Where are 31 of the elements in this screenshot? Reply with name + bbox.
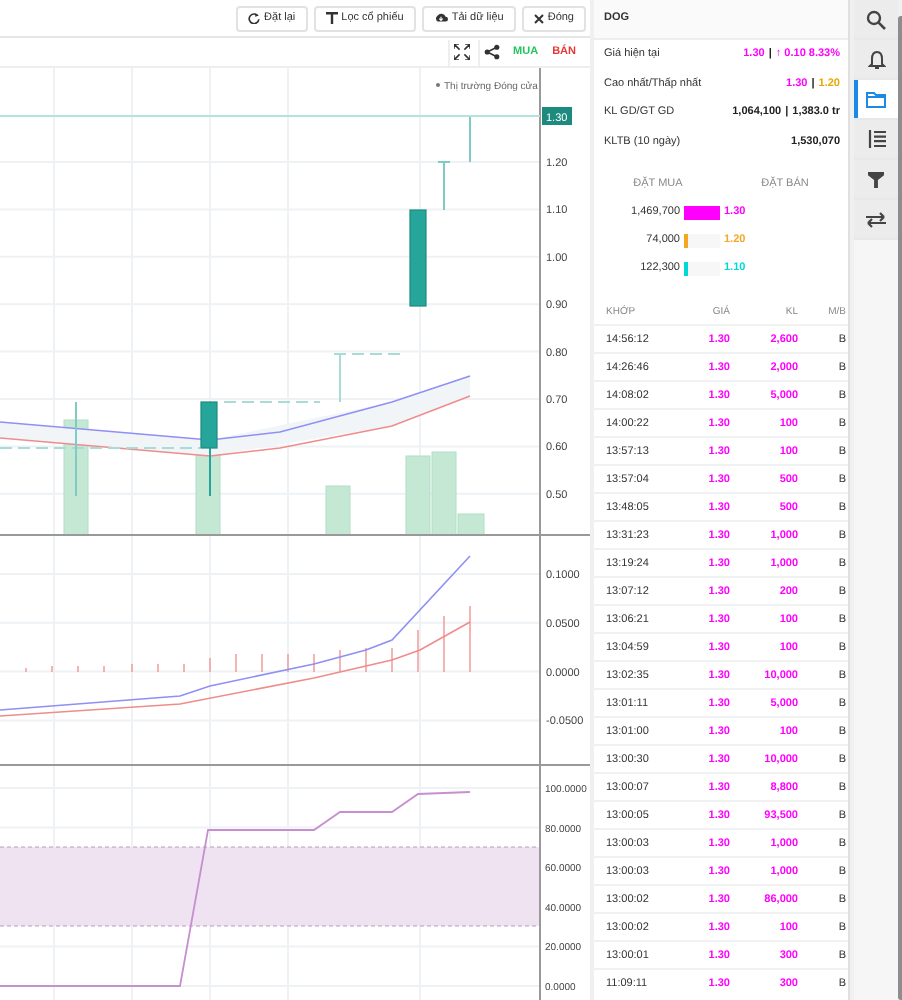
cloud-download-icon	[433, 12, 448, 24]
sidebar-button[interactable]	[854, 200, 898, 240]
candle-wick	[469, 115, 471, 163]
folder-icon	[866, 91, 886, 107]
sidebar-button[interactable]	[854, 160, 898, 200]
sidebar-button[interactable]	[854, 120, 898, 160]
candle-wick	[339, 353, 341, 403]
expand-icon	[454, 44, 471, 60]
search-icon	[866, 9, 886, 29]
swap-arrows-icon	[866, 211, 886, 227]
candle-wick	[75, 401, 77, 497]
close-icon	[533, 13, 544, 23]
filter-icon	[325, 12, 338, 24]
volume-bar	[405, 455, 431, 536]
share-icon	[484, 44, 501, 60]
fullscreen-button[interactable]	[447, 39, 476, 65]
list-icon	[867, 130, 885, 148]
bell-icon	[867, 49, 885, 69]
volume-bar	[325, 485, 351, 536]
sidebar-button[interactable]	[854, 0, 898, 40]
sidebar-button[interactable]	[854, 80, 898, 120]
dashed-line	[223, 401, 321, 403]
sidebar-button[interactable]	[854, 40, 898, 80]
candlestick	[200, 401, 218, 497]
reset-icon	[248, 12, 261, 24]
dashed-line	[333, 353, 401, 355]
share-button[interactable]	[477, 39, 506, 65]
candlestick	[409, 209, 427, 307]
price-tag	[542, 107, 572, 125]
filter-icon	[868, 171, 884, 187]
candle-wick	[437, 161, 451, 211]
